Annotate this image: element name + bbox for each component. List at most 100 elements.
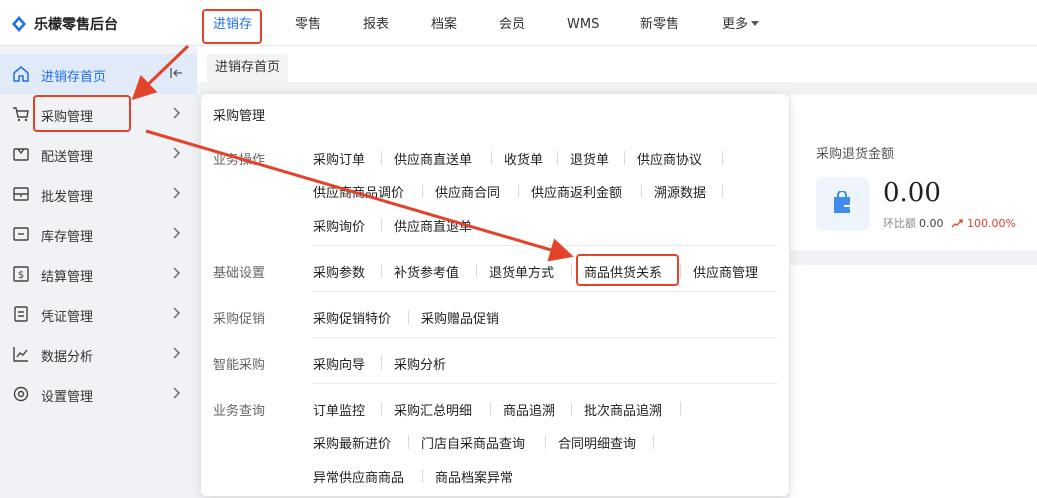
menu-link-purchase-inquiry[interactable]: 采购询价 xyxy=(313,216,365,235)
chart-icon xyxy=(13,347,28,362)
chevron-right-icon xyxy=(173,107,180,119)
group-label-promo: 采购促销 xyxy=(213,312,266,327)
menu-link-store-self-purchase-query[interactable]: 门店自采商品查询 xyxy=(421,433,525,452)
menu-link-traceability-data[interactable]: 溯源数据 xyxy=(654,182,706,201)
menu-link-purchase-order[interactable]: 采购订单 xyxy=(313,149,365,168)
sidebar-item-settlement[interactable]: $ 结算管理 xyxy=(0,254,197,294)
sidebar-item-label: 批发管理 xyxy=(41,190,94,205)
separator xyxy=(422,184,423,198)
menu-link-replenishment-reference[interactable]: 补货参考值 xyxy=(394,262,459,281)
topnav-members[interactable]: 会员 xyxy=(499,0,525,46)
wholesale-icon xyxy=(13,187,29,201)
menu-link-supplier-price-adjust[interactable]: 供应商商品调价 xyxy=(313,182,404,201)
divider xyxy=(312,337,777,338)
annotation-highlight-sidebar xyxy=(33,95,131,132)
topnav-new-retail[interactable]: 新零售 xyxy=(640,0,679,46)
settlement-icon: $ xyxy=(13,266,29,282)
menu-link-purchase-summary-detail[interactable]: 采购汇总明细 xyxy=(394,400,472,419)
separator xyxy=(490,402,491,416)
topnav-reports[interactable]: 报表 xyxy=(363,0,389,46)
menu-link-receipt[interactable]: 收货单 xyxy=(504,149,543,168)
menu-link-purchase-special-price[interactable]: 采购促销特价 xyxy=(313,308,391,327)
sidebar-item-settings[interactable]: 设置管理 xyxy=(0,374,197,414)
menu-link-supplier-direct-delivery[interactable]: 供应商直送单 xyxy=(394,149,472,168)
menu-link-supplier-agreement[interactable]: 供应商协议 xyxy=(637,149,702,168)
separator xyxy=(571,402,572,416)
sidebar-item-wholesale[interactable]: 批发管理 xyxy=(0,174,197,214)
separator xyxy=(571,264,572,278)
chevron-right-icon xyxy=(173,147,180,159)
divider xyxy=(312,245,777,246)
sidebar-item-voucher[interactable]: 凭证管理 xyxy=(0,294,197,334)
menu-link-supplier-management[interactable]: 供应商管理 xyxy=(693,262,758,281)
menu-link-return-method[interactable]: 退货单方式 xyxy=(489,262,554,281)
menu-link-latest-purchase-price[interactable]: 采购最新进价 xyxy=(313,433,391,452)
separator xyxy=(641,184,642,198)
menu-link-batch-product-trace[interactable]: 批次商品追溯 xyxy=(584,400,662,419)
group-label-ops: 业务操作 xyxy=(213,153,266,168)
sidebar-item-home[interactable]: 进销存首页 xyxy=(0,54,197,94)
menu-link-purchase-wizard[interactable]: 采购向导 xyxy=(313,354,365,373)
chevron-right-icon xyxy=(173,267,180,279)
stat-card-purchase-return: 采购退货金额 0.00 环比额 0.00 100.00% xyxy=(790,95,1037,250)
separator xyxy=(491,151,492,165)
brand-logo[interactable]: 乐檬零售后台 xyxy=(10,14,118,34)
sidebar-item-delivery[interactable]: 配送管理 xyxy=(0,134,197,174)
return-bag-icon xyxy=(834,191,855,213)
stat-card-title: 采购退货金额 xyxy=(816,147,895,162)
stat-card-value: 0.00 xyxy=(883,178,941,208)
settings-icon xyxy=(13,386,29,402)
menu-link-supplier-contract[interactable]: 供应商合同 xyxy=(435,182,500,201)
sidebar-item-inventory[interactable]: 库存管理 xyxy=(0,214,197,254)
menu-link-contract-detail-query[interactable]: 合同明细查询 xyxy=(558,433,636,452)
topnav-more[interactable]: 更多 xyxy=(722,0,760,46)
cart-icon xyxy=(13,107,29,122)
menu-link-return-order[interactable]: 退货单 xyxy=(570,149,609,168)
separator xyxy=(381,264,382,278)
topnav-retail[interactable]: 零售 xyxy=(295,0,321,46)
menu-link-abnormal-supplier-products[interactable]: 异常供应商商品 xyxy=(313,467,404,486)
separator xyxy=(381,402,382,416)
tab-home[interactable]: 进销存首页 xyxy=(207,54,289,82)
trend-up-icon xyxy=(951,219,963,228)
ratio-percent: 100.00% xyxy=(967,217,1016,230)
separator xyxy=(545,435,546,449)
sidebar-item-analytics[interactable]: 数据分析 xyxy=(0,334,197,374)
menu-link-purchase-gift-promo[interactable]: 采购赠品促销 xyxy=(421,308,499,327)
separator xyxy=(408,435,409,449)
brand-name: 乐檬零售后台 xyxy=(34,17,118,33)
menu-link-product-trace[interactable]: 商品追溯 xyxy=(503,400,555,419)
chevron-right-icon xyxy=(173,187,180,199)
separator xyxy=(653,435,654,449)
separator xyxy=(518,184,519,198)
menu-link-product-archive-abnormal[interactable]: 商品档案异常 xyxy=(435,467,513,486)
home-icon xyxy=(13,66,29,82)
group-label-query: 业务查询 xyxy=(213,404,266,419)
collapse-icon[interactable] xyxy=(170,67,184,79)
separator xyxy=(680,402,681,416)
top-bar: 乐檬零售后台 进销存 零售 报表 档案 会员 WMS 新零售 更多 xyxy=(0,0,1037,46)
chevron-right-icon xyxy=(173,387,180,399)
menu-link-purchase-analysis[interactable]: 采购分析 xyxy=(394,354,446,373)
menu-link-purchase-params[interactable]: 采购参数 xyxy=(313,262,365,281)
separator xyxy=(680,264,681,278)
divider xyxy=(312,291,777,292)
sidebar-item-label: 数据分析 xyxy=(41,350,94,365)
chevron-right-icon xyxy=(173,347,180,359)
purchase-menu-panel: 采购管理 业务操作 采购订单 供应商直送单 收货单 退货单 供应商协议 供应商商… xyxy=(201,94,789,496)
menu-link-supplier-rebate[interactable]: 供应商返利金额 xyxy=(531,182,622,201)
separator xyxy=(381,218,382,232)
stat-card-iconbox xyxy=(816,177,870,231)
annotation-highlight-target xyxy=(576,254,679,286)
brand-logo-icon xyxy=(12,16,26,32)
separator xyxy=(624,151,625,165)
topnav-more-label: 更多 xyxy=(722,17,749,32)
menu-link-supplier-direct-return[interactable]: 供应商直退单 xyxy=(394,216,472,235)
menu-link-order-monitor[interactable]: 订单监控 xyxy=(313,400,365,419)
topnav-archives[interactable]: 档案 xyxy=(431,0,457,46)
separator xyxy=(557,151,558,165)
group-label-smart: 智能采购 xyxy=(213,358,266,373)
chevron-right-icon xyxy=(173,227,180,239)
svg-text:$: $ xyxy=(18,270,24,281)
topnav-wms[interactable]: WMS xyxy=(567,0,599,46)
